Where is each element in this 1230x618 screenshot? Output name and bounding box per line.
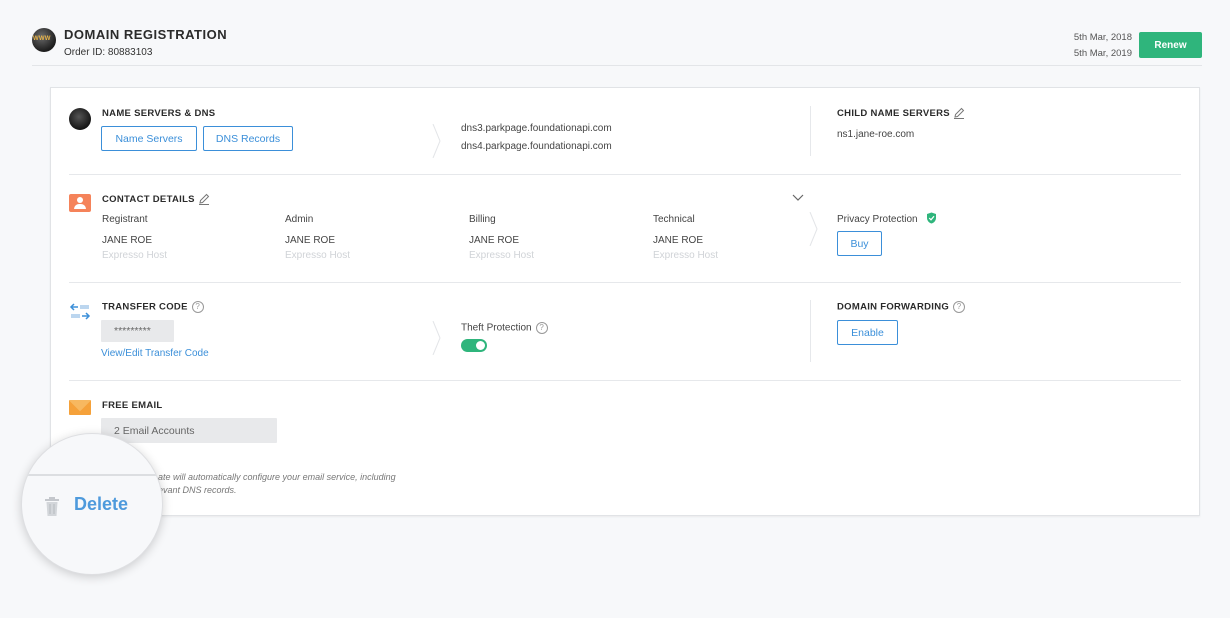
buy-privacy-button[interactable]: Buy [837,231,882,256]
email-note-line-1: ate will automatically configure your em… [158,472,396,482]
start-date: 5th Mar, 2018 [1073,32,1132,43]
trash-icon[interactable] [44,497,60,517]
email-note: ate will automatically configure your em… [158,471,396,497]
edit-contact-pencil-icon[interactable] [198,193,210,205]
page-title: DOMAIN REGISTRATION [64,27,228,42]
section-divider-chevron [432,124,441,158]
name-server-1: dns3.parkpage.foundationapi.com [461,123,612,134]
vertical-divider [810,300,811,362]
name-servers-icon [69,108,91,130]
section-divider-chevron [809,212,818,246]
contact-role-registrant: Registrant [102,214,148,225]
section-divider-chevron [432,321,441,355]
domain-forwarding-text: DOMAIN FORWARDING [837,301,950,313]
contact-name-technical: JANE ROE [653,235,704,246]
section-separator [69,380,1181,381]
contact-name-billing: JANE ROE [469,235,520,246]
contact-org-registrant: Expresso Host [102,250,168,261]
view-edit-transfer-code-link[interactable]: View/Edit Transfer Code [101,348,209,359]
contact-details-title: CONTACT DETAILS [102,194,195,205]
mail-envelope-icon [69,400,91,415]
transfer-arrows-icon [69,303,91,320]
section-separator [69,174,1181,175]
delete-magnifier-callout: Delete [21,433,163,575]
renew-button[interactable]: Renew [1139,32,1202,58]
contact-org-technical: Expresso Host [653,250,719,261]
contact-name-admin: JANE ROE [285,235,336,246]
order-id: Order ID: 80883103 [64,47,153,58]
contact-card-icon [69,194,91,212]
theft-protection-label: Theft Protection? [461,322,548,334]
theft-protection-text: Theft Protection [461,322,532,334]
free-email-title: FREE EMAIL [102,400,163,411]
email-accounts-field[interactable]: 2 Email Accounts [101,418,277,443]
contact-role-billing: Billing [469,214,496,225]
transfer-code-title: TRANSFER CODE? [102,301,204,313]
email-note-line-2: evant DNS records. [158,485,237,495]
child-name-servers-title: CHILD NAME SERVERS [837,108,950,119]
edit-child-ns-pencil-icon[interactable] [953,107,965,119]
page-header: WWW DOMAIN REGISTRATION Order ID: 808831… [32,22,1202,66]
forwarding-help-icon[interactable]: ? [953,301,966,313]
contact-org-admin: Expresso Host [285,250,351,261]
dns-records-button[interactable]: DNS Records [203,126,293,151]
name-servers-title: NAME SERVERS & DNS [102,108,216,119]
magnifier-divider [22,474,162,476]
child-name-server-value: ns1.jane-roe.com [837,129,915,140]
vertical-divider [810,106,811,156]
section-separator [69,282,1181,283]
domain-details-card: NAME SERVERS & DNS Name Servers DNS Reco… [50,87,1200,516]
shield-icon [927,212,936,224]
privacy-protection-label: Privacy Protection [837,214,918,225]
chevron-down-icon[interactable] [792,194,804,202]
contact-org-billing: Expresso Host [469,250,535,261]
contact-name-registrant: JANE ROE [102,235,153,246]
transfer-code-title-text: TRANSFER CODE [102,301,188,313]
contact-role-admin: Admin [285,214,314,225]
theft-protection-toggle[interactable] [461,339,487,352]
transfer-code-field[interactable]: ********* [101,320,174,342]
enable-forwarding-button[interactable]: Enable [837,320,898,345]
expiry-date: 5th Mar, 2019 [1073,48,1132,59]
transfer-help-icon[interactable]: ? [191,301,204,313]
name-server-2: dns4.parkpage.foundationapi.com [461,141,612,152]
theft-help-icon[interactable]: ? [535,322,548,334]
domain-forwarding-title: DOMAIN FORWARDING? [837,301,966,313]
name-servers-button[interactable]: Name Servers [101,126,197,151]
registration-dates: 5th Mar, 2018 5th Mar, 2019 [1074,30,1132,62]
domain-globe-icon: WWW [32,28,56,52]
delete-link[interactable]: Delete [74,494,128,515]
contact-role-technical: Technical [653,214,695,225]
